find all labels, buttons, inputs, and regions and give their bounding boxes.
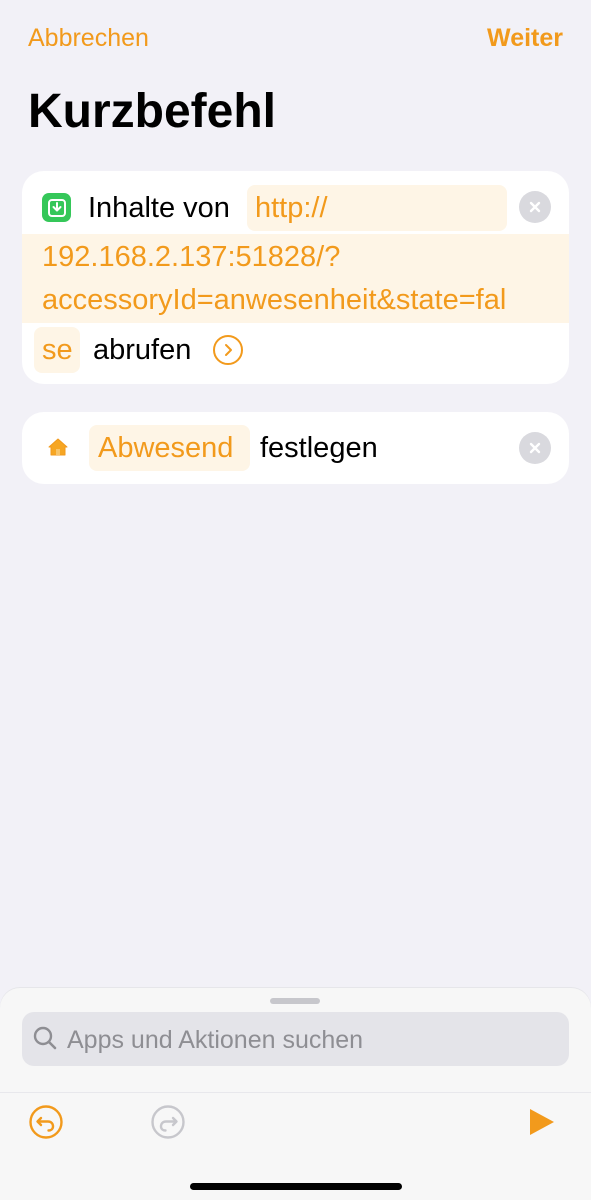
run-button[interactable] bbox=[527, 1107, 557, 1142]
show-more-icon[interactable] bbox=[213, 335, 243, 365]
action-get-contents-card[interactable]: Inhalte von http:// 192.168.2.137:51828/… bbox=[22, 171, 569, 384]
sheet-grabber[interactable] bbox=[270, 998, 320, 1004]
remove-action-button[interactable] bbox=[519, 432, 551, 464]
shortcut-editor-screen: Abbrechen Weiter Kurzbefehl Inhalte von … bbox=[0, 0, 591, 1200]
search-placeholder: Apps und Aktionen suchen bbox=[67, 1026, 364, 1054]
home-icon bbox=[43, 432, 73, 462]
page-title: Kurzbefehl bbox=[28, 85, 277, 138]
url-token-line-3[interactable]: accessoryId=anwesenheit&state=fal bbox=[22, 277, 569, 323]
download-icon bbox=[42, 193, 71, 222]
action-prefix-label: Inhalte von bbox=[88, 192, 230, 224]
toolbar-divider bbox=[0, 1092, 591, 1093]
redo-button[interactable] bbox=[150, 1104, 186, 1145]
scene-token[interactable]: Abwesend bbox=[89, 425, 250, 471]
play-icon bbox=[530, 1109, 554, 1135]
undo-button[interactable] bbox=[28, 1104, 64, 1145]
cancel-button[interactable]: Abbrechen bbox=[28, 24, 149, 53]
actions-sheet: Apps und Aktionen suchen bbox=[0, 988, 591, 1200]
redo-icon bbox=[151, 1105, 185, 1139]
next-button[interactable]: Weiter bbox=[487, 24, 563, 53]
action-suffix-label: festlegen bbox=[260, 432, 378, 464]
url-token-line-4[interactable]: se bbox=[34, 327, 80, 373]
undo-icon bbox=[29, 1105, 63, 1139]
action-suffix-label: abrufen bbox=[93, 334, 192, 366]
url-token-line-1[interactable]: http:// bbox=[247, 185, 507, 231]
action-set-home-card[interactable]: Abwesend festlegen bbox=[22, 412, 569, 484]
close-icon bbox=[529, 201, 541, 213]
remove-action-button[interactable] bbox=[519, 191, 551, 223]
close-icon bbox=[529, 442, 541, 454]
url-token-line-2[interactable]: 192.168.2.137:51828/? bbox=[22, 234, 569, 280]
home-indicator bbox=[190, 1183, 402, 1190]
search-field[interactable]: Apps und Aktionen suchen bbox=[22, 1012, 569, 1066]
search-icon bbox=[32, 1025, 58, 1056]
